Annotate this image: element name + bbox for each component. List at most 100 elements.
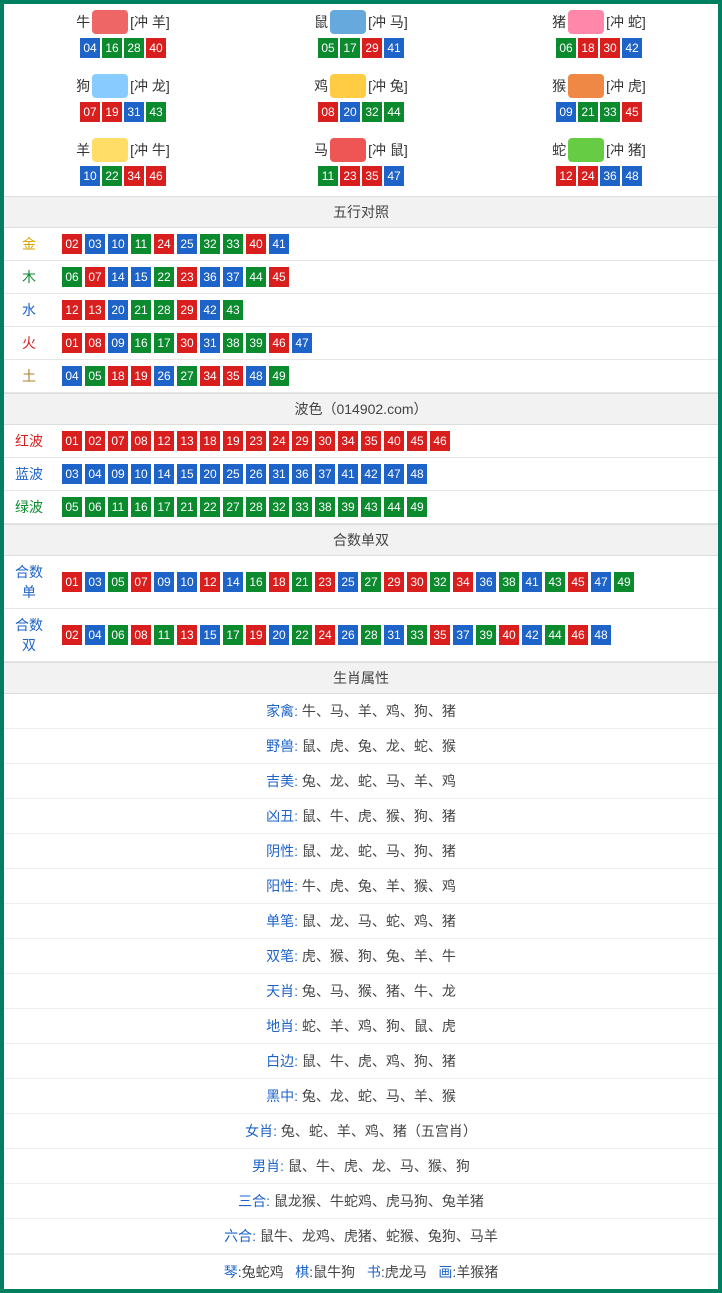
- number-ball: 09: [556, 102, 576, 122]
- zodiac-balls: 09213345: [480, 102, 718, 122]
- number-ball: 19: [131, 366, 151, 386]
- number-ball: 01: [62, 572, 82, 592]
- attr-key: 男肖: [252, 1158, 280, 1174]
- row-label: 红波: [4, 425, 54, 458]
- row-balls: 1213202128294243: [54, 294, 718, 327]
- number-ball: 46: [269, 333, 289, 353]
- number-ball: 25: [177, 234, 197, 254]
- row-label: 水: [4, 294, 54, 327]
- number-ball: 37: [315, 464, 335, 484]
- attr-value: 鼠、牛、虎、鸡、狗、猪: [302, 1053, 456, 1069]
- number-ball: 35: [430, 625, 450, 645]
- number-ball: 45: [622, 102, 642, 122]
- attr-value: 兔、马、猴、猪、牛、龙: [302, 983, 456, 999]
- zodiac-name: 猪: [552, 12, 566, 32]
- attr-row: 单笔: 鼠、龙、马、蛇、鸡、猪: [4, 904, 718, 939]
- zodiac-cell: 猴[冲 虎]09213345: [480, 68, 718, 132]
- attr-row: 吉美: 兔、龙、蛇、马、羊、鸡: [4, 764, 718, 799]
- attr-key: 双笔: [266, 948, 294, 964]
- colon-separator: :: [252, 1228, 260, 1244]
- number-ball: 12: [200, 572, 220, 592]
- number-ball: 27: [223, 497, 243, 517]
- number-ball: 33: [223, 234, 243, 254]
- zodiac-clash: [冲 兔]: [368, 76, 408, 96]
- number-ball: 24: [154, 234, 174, 254]
- number-ball: 25: [223, 464, 243, 484]
- colon-separator: :: [294, 878, 302, 894]
- number-ball: 04: [85, 464, 105, 484]
- main-frame: 牛[冲 羊]04162840鼠[冲 马]05172941猪[冲 蛇]061830…: [0, 0, 722, 1293]
- number-ball: 20: [269, 625, 289, 645]
- number-ball: 17: [340, 38, 360, 58]
- attr-value: 兔、龙、蛇、马、羊、鸡: [302, 773, 456, 789]
- number-ball: 08: [318, 102, 338, 122]
- number-ball: 07: [85, 267, 105, 287]
- colon-separator: :: [266, 1193, 274, 1209]
- number-ball: 47: [591, 572, 611, 592]
- number-ball: 18: [108, 366, 128, 386]
- number-ball: 48: [591, 625, 611, 645]
- zodiac-title-row: 鼠[冲 马]: [242, 10, 480, 34]
- number-ball: 45: [568, 572, 588, 592]
- number-ball: 08: [131, 625, 151, 645]
- number-ball: 34: [338, 431, 358, 451]
- colon-separator: :: [294, 738, 302, 754]
- row-balls: 03040910141520252631363741424748: [54, 458, 718, 491]
- row-balls: 06071415222336374445: [54, 261, 718, 294]
- number-ball: 36: [476, 572, 496, 592]
- number-ball: 33: [292, 497, 312, 517]
- number-ball: 03: [62, 464, 82, 484]
- zodiac-icon: [568, 74, 604, 98]
- row-label: 合数双: [4, 609, 54, 662]
- bottom-value: 羊猴猪: [456, 1264, 498, 1280]
- header-wuxing: 五行对照: [4, 196, 718, 228]
- number-ball: 10: [80, 166, 100, 186]
- attr-row: 阳性: 牛、虎、兔、羊、猴、鸡: [4, 869, 718, 904]
- number-ball: 30: [600, 38, 620, 58]
- number-ball: 27: [177, 366, 197, 386]
- number-ball: 05: [62, 497, 82, 517]
- number-ball: 12: [62, 300, 82, 320]
- zodiac-title-row: 狗[冲 龙]: [4, 74, 242, 98]
- number-ball: 14: [154, 464, 174, 484]
- attr-row: 女肖: 兔、蛇、羊、鸡、猪（五宫肖）: [4, 1114, 718, 1149]
- number-ball: 23: [315, 572, 335, 592]
- attr-row: 黑中: 兔、龙、蛇、马、羊、猴: [4, 1079, 718, 1114]
- table-row: 火0108091617303138394647: [4, 327, 718, 360]
- number-ball: 36: [600, 166, 620, 186]
- colon-separator: :: [294, 948, 302, 964]
- number-ball: 42: [200, 300, 220, 320]
- number-ball: 49: [269, 366, 289, 386]
- number-ball: 17: [154, 497, 174, 517]
- number-ball: 28: [124, 38, 144, 58]
- number-ball: 44: [246, 267, 266, 287]
- number-ball: 22: [154, 267, 174, 287]
- row-label: 合数单: [4, 556, 54, 609]
- colon-separator: :: [294, 808, 302, 824]
- number-ball: 35: [362, 166, 382, 186]
- number-ball: 13: [177, 431, 197, 451]
- number-ball: 05: [318, 38, 338, 58]
- zodiac-clash: [冲 马]: [368, 12, 408, 32]
- number-ball: 47: [384, 464, 404, 484]
- number-ball: 47: [292, 333, 312, 353]
- attr-key: 女肖: [245, 1123, 273, 1139]
- row-label: 火: [4, 327, 54, 360]
- number-ball: 29: [362, 38, 382, 58]
- attr-key: 阴性: [266, 843, 294, 859]
- number-ball: 03: [85, 572, 105, 592]
- number-ball: 36: [200, 267, 220, 287]
- wuxing-table: 金02031011242532334041木060714152223363744…: [4, 228, 718, 393]
- zodiac-balls: 08203244: [242, 102, 480, 122]
- number-ball: 24: [269, 431, 289, 451]
- number-ball: 45: [407, 431, 427, 451]
- attr-key: 黑中: [266, 1088, 294, 1104]
- table-row: 合数双0204060811131517192022242628313335373…: [4, 609, 718, 662]
- number-ball: 01: [62, 333, 82, 353]
- attr-list: 家禽: 牛、马、羊、鸡、狗、猪野兽: 鼠、虎、兔、龙、蛇、猴吉美: 兔、龙、蛇、…: [4, 694, 718, 1254]
- bottom-key: 棋: [295, 1264, 309, 1280]
- number-ball: 06: [556, 38, 576, 58]
- number-ball: 17: [154, 333, 174, 353]
- bottom-value: 虎龙马: [385, 1264, 427, 1280]
- number-ball: 29: [177, 300, 197, 320]
